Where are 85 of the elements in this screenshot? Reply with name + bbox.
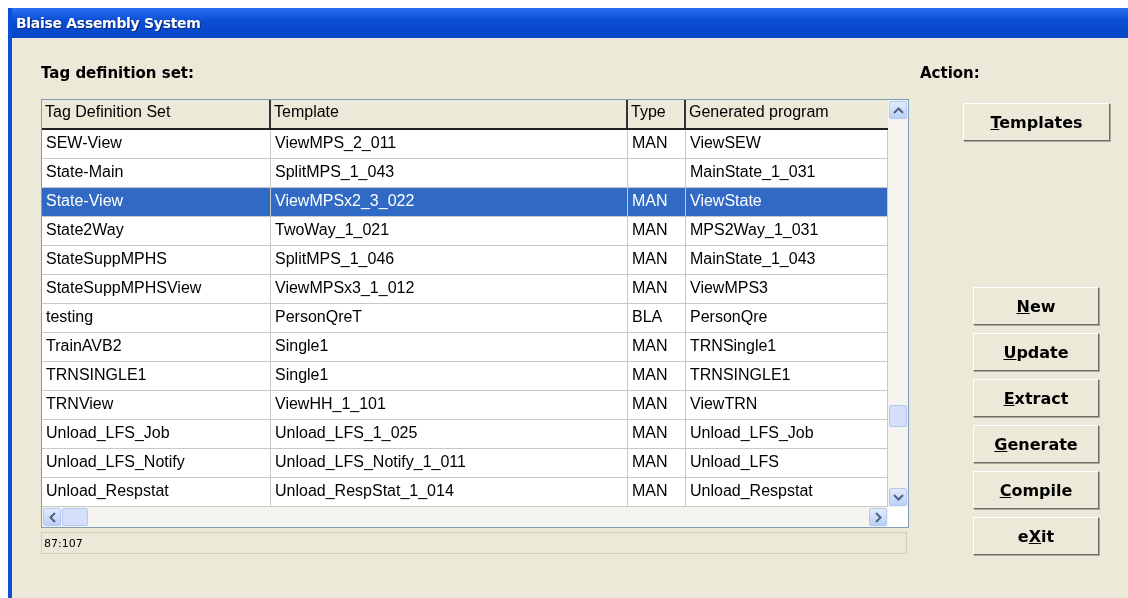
table-cell: MAN [632, 453, 668, 470]
table-cell: StateSuppMPHSView [46, 279, 202, 296]
table-cell: Unload_LFS_Notify_1_011 [275, 453, 466, 470]
scroll-up-icon[interactable] [889, 101, 907, 119]
table-cell: Single1 [275, 337, 329, 354]
table-cell: MPS2Way_1_031 [690, 221, 819, 238]
table-cell: ViewMPSx3_1_012 [275, 279, 415, 296]
table-cell: Unload_RespStat_1_014 [275, 482, 454, 499]
table-row[interactable]: StateSuppMPHS SplitMPS_1_046 MAN MainState_1_043 [42, 246, 888, 275]
table-cell: PersonQre [690, 308, 768, 325]
table-row[interactable]: TRNView ViewHH_1_101 MAN ViewTRN [42, 391, 888, 420]
window-title: Blaise Assembly System [16, 15, 201, 31]
table-row[interactable]: TRNSINGLE1 Single1 MAN TRNSINGLE1 [42, 362, 888, 391]
table-cell: MAN [632, 395, 668, 412]
table-cell: MainState_1_031 [690, 163, 816, 180]
table-cell: PersonQreT [275, 308, 363, 325]
table-cell: Unload_Respstat [690, 482, 813, 499]
scroll-down-icon[interactable] [889, 488, 907, 506]
table-cell: TRNSINGLE1 [46, 366, 147, 383]
table-cell: MAN [632, 424, 668, 441]
table-cell: Unload_Respstat [46, 482, 169, 499]
table-cell: Unload_LFS_Job [46, 424, 170, 441]
table-cell: BLA [632, 308, 663, 325]
horizontal-scrollbar[interactable] [42, 507, 888, 527]
table-cell: MAN [632, 366, 668, 383]
column-header[interactable]: Tag Definition Set [42, 100, 271, 128]
table-cell: ViewState [690, 192, 762, 209]
table-cell: MAN [632, 337, 668, 354]
action-button[interactable]: Compile [973, 471, 1099, 509]
table-row[interactable]: StateSuppMPHSView ViewMPSx3_1_012 MAN ViewMPS3 [42, 275, 888, 304]
vertical-scrollbar[interactable] [888, 100, 908, 507]
table-cell: ViewTRN [690, 395, 758, 412]
table-row[interactable]: TrainAVB2 Single1 MAN TRNSingle1 [42, 333, 888, 362]
table-cell: Unload_LFS_Job [690, 424, 814, 441]
table-cell: ViewMPS3 [690, 279, 768, 296]
table-row[interactable]: SEW-View ViewMPS_2_011 MAN ViewSEW [42, 130, 888, 159]
action-button[interactable]: Update [973, 333, 1099, 371]
table-cell: State-Main [46, 163, 124, 180]
table-cell: ViewSEW [690, 134, 761, 151]
table-row[interactable]: State-View ViewMPSx2_3_022 MAN ViewState [42, 188, 888, 217]
action-button[interactable]: Extract [973, 379, 1099, 417]
action-label: Action: [920, 64, 981, 84]
table-cell: ViewMPS_2_011 [275, 134, 397, 151]
table-cell: State-View [46, 192, 124, 209]
table-cell: Unload_LFS [690, 453, 779, 470]
table-cell: MainState_1_043 [690, 250, 816, 267]
column-header[interactable]: Generated program [686, 100, 888, 128]
table-cell: Single1 [275, 366, 329, 383]
scroll-left-icon[interactable] [43, 508, 61, 526]
table-cell: Unload_LFS_Notify [46, 453, 185, 470]
scroll-right-icon[interactable] [869, 508, 887, 526]
scroll-thumb[interactable] [62, 508, 88, 526]
status-text: 87:107 [44, 537, 83, 550]
table-row[interactable]: testing PersonQreT BLA PersonQre [42, 304, 888, 333]
table-cell: MAN [632, 134, 668, 151]
column-header[interactable]: Template [271, 100, 628, 128]
table-cell: Unload_LFS_1_025 [275, 424, 418, 441]
table-cell: MAN [632, 192, 668, 209]
list-label: Tag definition set: [41, 64, 196, 84]
table-cell: StateSuppMPHS [46, 250, 167, 267]
table-cell: MAN [632, 221, 668, 238]
table-cell: TrainAVB2 [46, 337, 122, 354]
column-header[interactable]: Type [628, 100, 686, 128]
table-cell: SplitMPS_1_043 [275, 163, 395, 180]
table-cell: testing [46, 308, 94, 325]
templates-button[interactable]: Templates [963, 103, 1110, 141]
table-cell: MAN [632, 279, 668, 296]
table-cell: ViewMPSx2_3_022 [275, 192, 415, 209]
table-cell: TwoWay_1_021 [275, 221, 390, 238]
table-cell: State2Way [46, 221, 124, 238]
action-button[interactable]: eXit [973, 517, 1099, 555]
table-row[interactable]: Unload_LFS_Notify Unload_LFS_Notify_1_011 MAN Unload_LFS [42, 449, 888, 478]
table-cell: MAN [632, 482, 668, 499]
table-cell: TRNView [46, 395, 114, 412]
scroll-thumb[interactable] [889, 405, 907, 427]
table-cell: TRNSINGLE1 [690, 366, 791, 383]
table-cell: MAN [632, 250, 668, 267]
table-row[interactable]: State2Way TwoWay_1_021 MAN MPS2Way_1_031 [42, 217, 888, 246]
table-cell: TRNSingle1 [690, 337, 777, 354]
action-button[interactable]: New [973, 287, 1099, 325]
table-cell: ViewHH_1_101 [275, 395, 386, 412]
table-cell: SplitMPS_1_046 [275, 250, 395, 267]
action-button[interactable]: Generate [973, 425, 1099, 463]
table-cell: SEW-View [46, 134, 122, 151]
table-row[interactable]: Unload_LFS_Job Unload_LFS_1_025 MAN Unload_LFS_Job [42, 420, 888, 449]
